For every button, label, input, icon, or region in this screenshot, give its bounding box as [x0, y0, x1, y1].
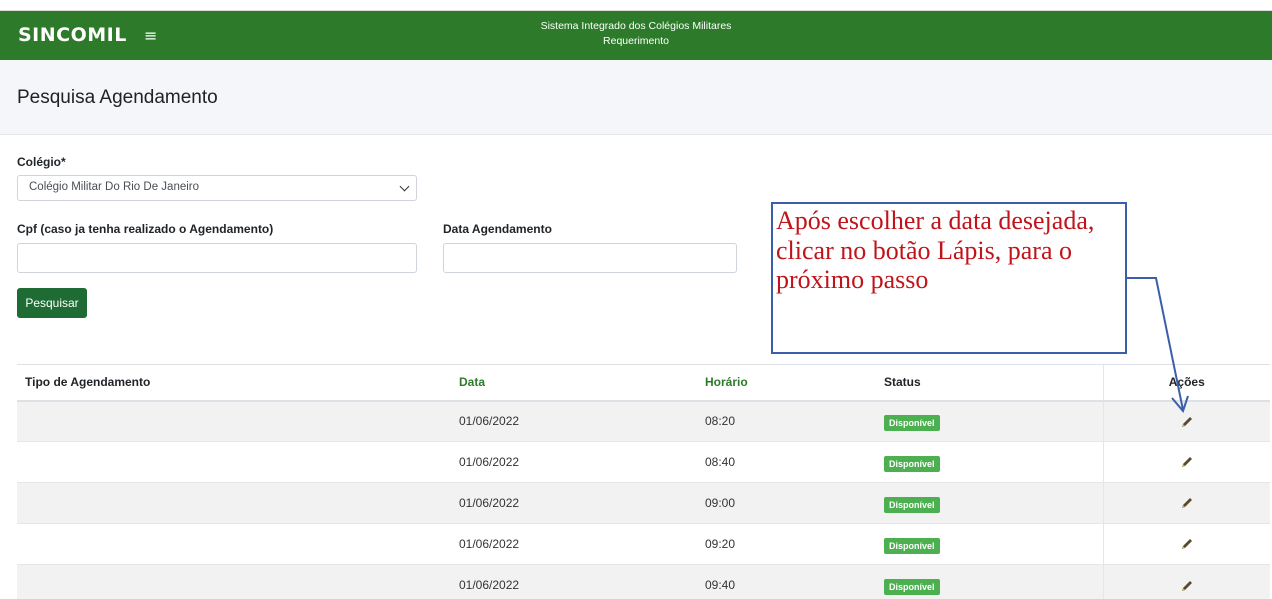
table-row: 01/06/2022 09:40 Disponível: [17, 564, 1270, 599]
table-row: 01/06/2022 09:20 Disponível: [17, 523, 1270, 565]
status-badge: Disponível: [884, 538, 940, 554]
cell-horario: 08:20: [697, 400, 876, 442]
cell-horario: 09:20: [697, 523, 876, 565]
cell-data: 01/06/2022: [451, 482, 697, 524]
cell-tipo: [17, 482, 451, 524]
page-header: Pesquisa Agendamento: [0, 60, 1272, 135]
cell-status: Disponível: [876, 400, 1103, 442]
cell-status: Disponível: [876, 523, 1103, 565]
col-header-status[interactable]: Status: [876, 364, 1103, 402]
col-header-tipo[interactable]: Tipo de Agendamento: [17, 364, 451, 402]
cell-data: 01/06/2022: [451, 400, 697, 442]
table-row: 01/06/2022 08:20 Disponível: [17, 400, 1270, 442]
top-navbar: SINCOMIL ≡ Sistema Integrado dos Colégio…: [0, 10, 1272, 60]
status-badge: Disponível: [884, 456, 940, 472]
system-title: Sistema Integrado dos Colégios Militares: [540, 20, 732, 32]
system-title-block: Sistema Integrado dos Colégios Militares…: [0, 19, 1272, 49]
chevron-down-icon: [399, 181, 410, 192]
instruction-callout: Após escolher a data desejada, clicar no…: [771, 202, 1127, 354]
cpf-label: Cpf (caso ja tenha realizado o Agendamen…: [17, 222, 274, 236]
cell-status: Disponível: [876, 482, 1103, 524]
data-agendamento-label: Data Agendamento: [443, 222, 552, 236]
status-badge: Disponível: [884, 415, 940, 432]
data-agendamento-input[interactable]: [443, 243, 737, 273]
search-button[interactable]: Pesquisar: [17, 288, 87, 318]
col-header-data[interactable]: Data: [451, 364, 697, 402]
pencil-icon[interactable]: [1180, 455, 1194, 469]
table-header-row: Tipo de Agendamento Data Horário Status …: [17, 364, 1270, 402]
cell-status: Disponível: [876, 564, 1103, 599]
cell-tipo: [17, 564, 451, 599]
cell-horario: 09:00: [697, 482, 876, 524]
cell-horario: 08:40: [697, 441, 876, 483]
results-table: Tipo de Agendamento Data Horário Status …: [17, 364, 1270, 599]
cell-acoes: [1102, 564, 1270, 599]
cell-horario: 09:40: [697, 564, 876, 599]
cell-acoes: [1102, 523, 1270, 565]
table-row: 01/06/2022 08:40 Disponível: [17, 441, 1270, 483]
cell-acoes: [1102, 482, 1270, 524]
pencil-icon[interactable]: [1180, 415, 1194, 429]
status-badge: Disponível: [884, 579, 940, 596]
cell-status: Disponível: [876, 441, 1103, 483]
pencil-icon[interactable]: [1180, 496, 1194, 510]
col-header-acoes: Ações: [1102, 364, 1270, 402]
system-subtitle: Requerimento: [603, 35, 669, 47]
cell-tipo: [17, 441, 451, 483]
page-title: Pesquisa Agendamento: [17, 87, 218, 108]
cell-data: 01/06/2022: [451, 441, 697, 483]
cell-acoes: [1102, 400, 1270, 442]
cell-acoes: [1102, 441, 1270, 483]
pencil-icon[interactable]: [1180, 537, 1194, 551]
pencil-icon[interactable]: [1180, 579, 1194, 593]
colegio-select-value: Colégio Militar Do Rio De Janeiro: [29, 181, 200, 193]
col-header-horario[interactable]: Horário: [697, 364, 876, 402]
table-row: 01/06/2022 09:00 Disponível: [17, 482, 1270, 524]
cpf-input[interactable]: [17, 243, 417, 273]
status-badge: Disponível: [884, 497, 940, 513]
colegio-label: Colégio*: [17, 155, 66, 169]
colegio-select[interactable]: Colégio Militar Do Rio De Janeiro: [17, 175, 417, 201]
cell-tipo: [17, 400, 451, 442]
cell-tipo: [17, 523, 451, 565]
cell-data: 01/06/2022: [451, 564, 697, 599]
cell-data: 01/06/2022: [451, 523, 697, 565]
